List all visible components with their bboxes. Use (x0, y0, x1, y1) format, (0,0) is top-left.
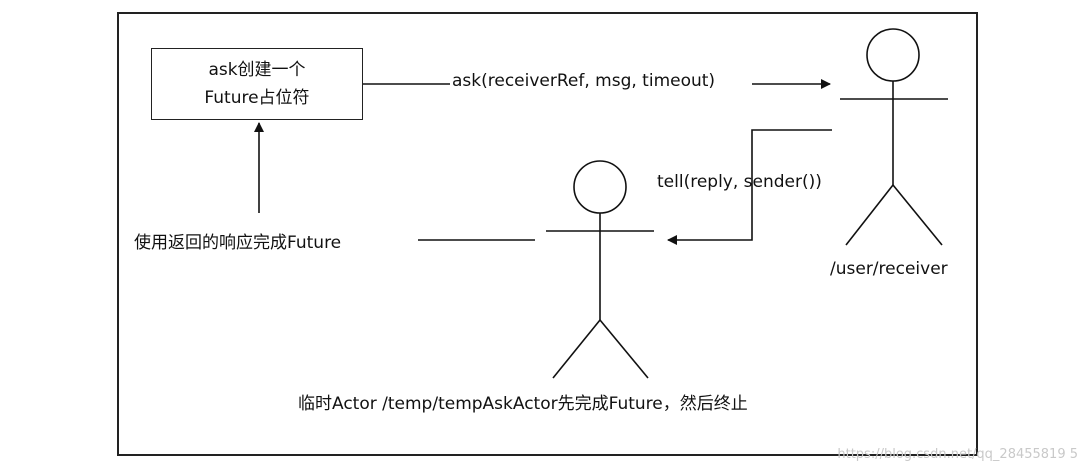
temp-actor-figure (546, 160, 654, 379)
receiver-actor-figure (840, 28, 948, 246)
placeholder-line-1: ask创建一个 (208, 60, 306, 80)
ask-call-label: ask(receiverRef, msg, timeout) (452, 71, 716, 91)
complete-future-label: 使用返回的响应完成Future (134, 233, 342, 253)
placeholder-line-2: Future占位符 (204, 88, 310, 108)
future-placeholder-box: ask创建一个 Future占位符 (151, 48, 363, 120)
watermark: https://blog.csdn.net/qq_28455819 5 (837, 447, 1078, 462)
receiver-label: /user/receiver (830, 259, 948, 279)
tell-call-label: tell(reply, sender()) (657, 172, 822, 192)
temp-actor-label: 临时Actor /temp/tempAskActor先完成Future，然后终止 (298, 394, 748, 414)
